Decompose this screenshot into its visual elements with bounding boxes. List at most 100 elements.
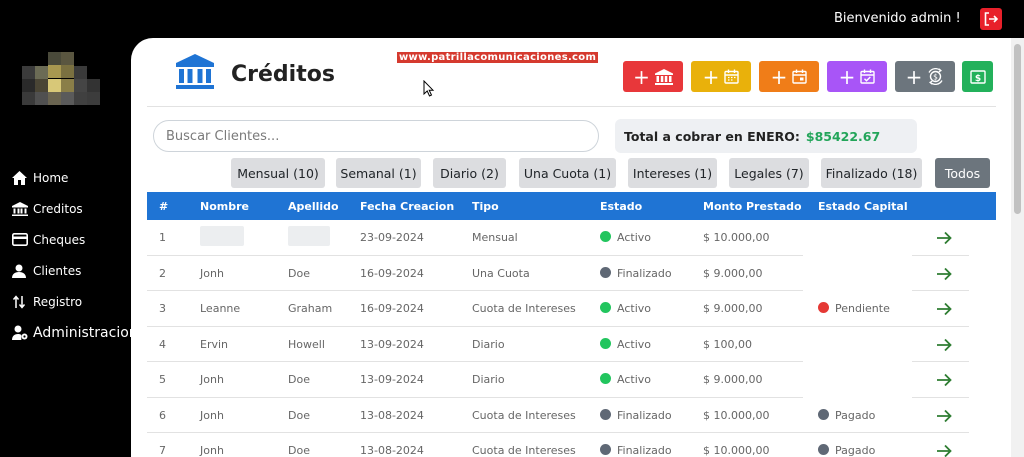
cell-nombre: Jonh xyxy=(200,408,224,422)
status-dot xyxy=(600,302,611,313)
status-text: Activo xyxy=(617,231,651,244)
redacted-text xyxy=(288,226,330,246)
table-row: 3 Leanne Graham 16-09-2024 Cuota de Interese… xyxy=(147,291,996,327)
table-row: 2 Jonh Doe 16-09-2024 Una Cuota Finalizado $ 9… xyxy=(147,256,996,291)
status-text: Activo xyxy=(617,337,651,351)
arrow-right-icon[interactable] xyxy=(935,336,953,354)
money-exchange-icon: $ xyxy=(928,68,943,85)
cell-apellido: Doe xyxy=(288,266,310,280)
svg-text:$: $ xyxy=(974,73,980,83)
col-header: Estado Capital xyxy=(818,200,908,213)
user-icon xyxy=(12,264,29,278)
status-text: Finalizado xyxy=(617,266,672,280)
filter-semanal[interactable]: Semanal (1) xyxy=(336,158,421,188)
cell-capital: Pendiente xyxy=(818,302,890,315)
cell-nombre: Jonh xyxy=(200,444,224,457)
table-body: 1 23-09-2024 Mensual Activo $ 10.000,00 2 Jonh… xyxy=(147,220,996,457)
cell-fecha: 16-09-2024 xyxy=(360,302,424,315)
search-input[interactable] xyxy=(153,120,599,152)
cell-nombre: Jonh xyxy=(200,266,224,280)
arrow-right-icon[interactable] xyxy=(935,371,953,389)
cell-nombre: Jonh xyxy=(200,373,224,386)
total-to-collect: Total a cobrar en ENERO: $85422.67 xyxy=(615,119,917,153)
svg-text:$: $ xyxy=(933,72,938,81)
sidebar-item-creditos[interactable]: Creditos xyxy=(12,193,138,224)
cell-fecha: 13-09-2024 xyxy=(360,373,424,386)
cell-monto: $ 9.000,00 xyxy=(703,373,763,386)
cell-monto: $ 100,00 xyxy=(703,337,752,351)
filter-legales[interactable]: Legales (7) xyxy=(729,158,809,188)
table-row: 6 Jonh Doe 13-08-2024 Cuota de Intereses Fina… xyxy=(147,398,996,433)
cell-estado: Finalizado xyxy=(600,444,672,457)
scrollbar-thumb[interactable] xyxy=(1014,44,1021,214)
table-row: 1 23-09-2024 Mensual Activo $ 10.000,00 xyxy=(147,220,996,256)
cash-button[interactable]: $ xyxy=(962,61,993,92)
cell-estado: Activo xyxy=(600,373,651,386)
col-header: Fecha Creacion xyxy=(360,200,455,213)
status-text: Pagado xyxy=(835,444,876,457)
cell-fecha: 16-09-2024 xyxy=(360,266,424,280)
transfer-icon xyxy=(12,294,29,309)
status-text: Finalizado xyxy=(617,444,672,457)
cell-tipo: Cuota de Intereses xyxy=(472,408,576,422)
sidebar-item-administracion[interactable]: Administracion xyxy=(12,317,138,348)
status-dot xyxy=(818,408,829,420)
arrow-right-icon[interactable] xyxy=(935,442,953,457)
cell-tipo: Diario xyxy=(472,373,505,386)
cell-apellido: Graham xyxy=(288,302,333,315)
sidebar-item-label: Home xyxy=(33,170,69,185)
cell-tipo: Una Cuota xyxy=(472,266,530,280)
cell-fecha: 13-09-2024 xyxy=(360,337,424,351)
filter-diario[interactable]: Diario (2) xyxy=(433,158,506,188)
filter-intereses[interactable]: Intereses (1) xyxy=(628,158,717,188)
sidebar-item-home[interactable]: Home xyxy=(12,162,138,193)
arrow-right-icon[interactable] xyxy=(935,300,953,318)
add-single-payment-button[interactable]: + xyxy=(827,61,887,92)
col-header: Nombre xyxy=(200,200,249,213)
top-bar: Bienvenido admin ! xyxy=(0,0,1024,38)
status-dot xyxy=(600,373,611,384)
sidebar-item-cheques[interactable]: Cheques xyxy=(12,224,138,255)
add-exchange-button[interactable]: + $ xyxy=(895,61,955,92)
card-icon xyxy=(12,233,29,247)
sidebar-item-registro[interactable]: Registro xyxy=(12,286,138,317)
user-gear-icon xyxy=(12,325,29,340)
arrow-right-icon[interactable] xyxy=(935,407,953,425)
filter-todos[interactable]: Todos xyxy=(935,158,990,188)
status-dot xyxy=(818,302,829,313)
add-monthly-button[interactable]: + xyxy=(691,61,751,92)
cell-num: 3 xyxy=(159,302,166,315)
add-daily-button[interactable]: + xyxy=(759,61,819,92)
filter-mensual[interactable]: Mensual (10) xyxy=(231,158,325,188)
cell-apellido: Doe xyxy=(288,444,310,457)
bank-icon xyxy=(176,54,214,89)
status-dot xyxy=(818,444,829,455)
credits-table: # Nombre Apellido Fecha Creacion Tipo Es… xyxy=(147,192,996,457)
sidebar-item-label: Registro xyxy=(33,294,83,309)
cell-apellido: Doe xyxy=(288,408,310,422)
filter-finalizado[interactable]: Finalizado (18) xyxy=(821,158,922,188)
col-header: # xyxy=(159,200,169,213)
cell-estado: Activo xyxy=(600,302,651,315)
filter-una-cuota[interactable]: Una Cuota (1) xyxy=(519,158,616,188)
arrow-right-icon[interactable] xyxy=(935,265,953,283)
cell-estado: Finalizado xyxy=(600,408,672,422)
cell-monto: $ 10.000,00 xyxy=(703,444,770,457)
arrow-right-icon[interactable] xyxy=(935,229,953,247)
redacted-text xyxy=(200,226,244,246)
col-header: Tipo xyxy=(472,200,499,213)
col-header: Monto Prestado xyxy=(703,200,802,213)
calendar-icon xyxy=(724,69,740,84)
table-header: # Nombre Apellido Fecha Creacion Tipo Es… xyxy=(147,192,996,220)
logout-button[interactable] xyxy=(980,8,1002,30)
sidebar-item-clientes[interactable]: Clientes xyxy=(12,255,138,286)
cell-num: 6 xyxy=(159,408,166,422)
add-credit-button[interactable]: + xyxy=(623,61,683,92)
sidebar: Home Creditos Cheques Clientes Registro xyxy=(0,38,138,457)
scrollbar[interactable] xyxy=(1011,38,1024,457)
main-panel: Créditos www.patrillacomunicaciones.com … xyxy=(131,38,1011,457)
cell-apellido: Doe xyxy=(288,373,310,386)
table-row: 7 Jonh Doe 13-08-2024 Cuota de Intereses Fina… xyxy=(147,433,996,457)
cell-capital: Pagado xyxy=(818,444,875,457)
total-amount: $85422.67 xyxy=(805,128,881,144)
